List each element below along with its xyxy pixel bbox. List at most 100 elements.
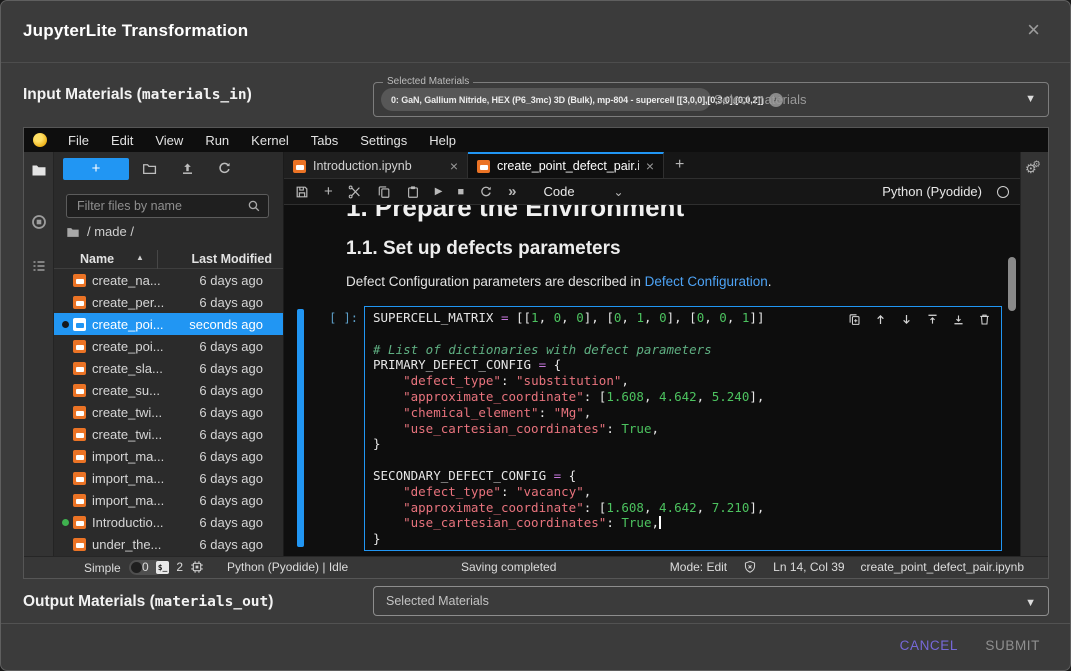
- duplicate-cell-icon[interactable]: [848, 313, 861, 326]
- code-token: ], [: [584, 310, 614, 325]
- upload-icon[interactable]: [180, 161, 195, 176]
- copy-icon[interactable]: [377, 185, 391, 199]
- run-icon[interactable]: ▶: [435, 186, 443, 197]
- delete-cell-icon[interactable]: [978, 313, 991, 326]
- save-icon[interactable]: [295, 185, 309, 199]
- submit-button[interactable]: SUBMIT: [979, 637, 1046, 654]
- code-token: ,: [539, 310, 554, 325]
- file-modified: 6 days ago: [199, 361, 263, 376]
- code-token: PRIMARY_DEFECT_CONFIG: [373, 357, 539, 372]
- file-browser-tab-icon[interactable]: [31, 162, 47, 178]
- notebook-heading-2: 1.1. Set up defects parameters: [346, 238, 621, 260]
- tab-label: Introduction.ipynb: [313, 159, 443, 173]
- file-row[interactable]: import_ma...6 days ago: [54, 489, 283, 511]
- file-row[interactable]: create_per...6 days ago: [54, 291, 283, 313]
- file-row[interactable]: create_sla...6 days ago: [54, 357, 283, 379]
- file-row[interactable]: under_the...6 days ago: [54, 533, 283, 555]
- output-materials-label: Output Materials (materials_out): [23, 593, 273, 611]
- input-label-code: materials_in: [142, 87, 247, 103]
- file-row[interactable]: create_twi...6 days ago: [54, 401, 283, 423]
- tab-introduction-ipynb[interactable]: Introduction.ipynb ×: [284, 152, 468, 178]
- tab-close-icon[interactable]: ×: [646, 159, 654, 173]
- file-name: create_poi...: [92, 339, 164, 354]
- cell-collapser[interactable]: [297, 309, 304, 547]
- breadcrumb[interactable]: / made /: [66, 224, 134, 239]
- terminal-icon: $_: [156, 561, 170, 574]
- cut-icon[interactable]: [348, 185, 362, 199]
- dropdown-arrow-icon[interactable]: ▼: [1025, 597, 1036, 609]
- menu-edit[interactable]: Edit: [100, 133, 144, 148]
- code-token: {: [561, 468, 576, 483]
- file-row[interactable]: create_poi... 6 days ago: [54, 335, 283, 357]
- column-last-modified[interactable]: Last Modified: [191, 252, 272, 266]
- material-chip[interactable]: 0: GaN, Gallium Nitride, HEX (P6_3mc) 3D…: [381, 88, 711, 111]
- menu-settings[interactable]: Settings: [349, 133, 418, 148]
- running-kernels-icon[interactable]: [31, 214, 47, 230]
- file-row[interactable]: create_twi...6 days ago: [54, 423, 283, 445]
- menu-run[interactable]: Run: [194, 133, 240, 148]
- table-of-contents-icon[interactable]: [31, 258, 47, 274]
- insert-cell-below-icon[interactable]: [952, 313, 965, 326]
- code-token: 1.608: [606, 500, 644, 515]
- dropdown-arrow-icon[interactable]: ▼: [1025, 93, 1036, 105]
- menu-kernel[interactable]: Kernel: [240, 133, 300, 148]
- input-materials-select[interactable]: Selected Materials 0: GaN, Gallium Nitri…: [373, 82, 1049, 117]
- defect-configuration-link[interactable]: Defect Configuration: [645, 274, 768, 289]
- tab-close-icon[interactable]: ×: [450, 159, 458, 173]
- cell-type-select[interactable]: Code: [543, 184, 574, 199]
- dialog-title: JupyterLite Transformation: [23, 21, 248, 41]
- menu-tabs[interactable]: Tabs: [300, 133, 349, 148]
- code-cell-editor[interactable]: SUPERCELL_MATRIX = [[1, 0, 0], [0, 1, 0]…: [364, 306, 1002, 551]
- notebook-file-icon: [73, 472, 86, 485]
- accessibility-shield-icon[interactable]: [743, 560, 757, 574]
- notebook-file-icon: [73, 538, 86, 551]
- cursor-position[interactable]: Ln 14, Col 39: [773, 560, 844, 574]
- code-token: ,: [621, 310, 636, 325]
- restart-kernel-icon[interactable]: [479, 185, 493, 199]
- material-chip-label: 0: GaN, Gallium Nitride, HEX (P6_3mc) 3D…: [391, 95, 763, 105]
- new-launcher-button[interactable]: +: [63, 158, 129, 180]
- kernel-status-icon[interactable]: [997, 186, 1009, 198]
- jupyterlab-window: FileEditViewRunKernelTabsSettingsHelp +: [23, 127, 1049, 579]
- code-token: True: [621, 515, 651, 530]
- file-modified: 6 days ago: [199, 339, 263, 354]
- input-label-prefix: Input Materials (: [23, 86, 142, 103]
- file-row[interactable]: create_su...6 days ago: [54, 379, 283, 401]
- terminals-kernels-status[interactable]: 0 $_ 2: [142, 560, 204, 574]
- tab-create-point-defect-pair[interactable]: create_point_defect_pair.ip ×: [468, 152, 664, 178]
- close-icon[interactable]: ×: [1027, 19, 1040, 41]
- menu-view[interactable]: View: [144, 133, 194, 148]
- restart-run-all-icon[interactable]: »: [508, 184, 516, 199]
- property-inspector-gears-icon[interactable]: ⚙⚙: [1025, 160, 1041, 175]
- file-row[interactable]: import_ma...6 days ago: [54, 445, 283, 467]
- kernel-chip-icon: [190, 560, 204, 574]
- menu-help[interactable]: Help: [418, 133, 467, 148]
- refresh-icon[interactable]: [217, 161, 232, 176]
- paste-icon[interactable]: [406, 185, 420, 199]
- notebook-file-icon: [73, 516, 86, 529]
- insert-cell-icon[interactable]: +: [324, 184, 333, 199]
- new-tab-icon[interactable]: +: [664, 152, 695, 178]
- code-token: ]]: [749, 310, 764, 325]
- move-cell-up-icon[interactable]: [874, 313, 887, 326]
- insert-cell-above-icon[interactable]: [926, 313, 939, 326]
- mode-indicator[interactable]: Mode: Edit: [670, 560, 727, 574]
- column-name[interactable]: Name: [80, 252, 114, 266]
- file-status-dot-empty: [62, 475, 69, 482]
- cancel-button[interactable]: CANCEL: [894, 637, 964, 654]
- move-cell-down-icon[interactable]: [900, 313, 913, 326]
- filter-placeholder: Filter files by name: [77, 199, 182, 213]
- cell-type-chevron-icon[interactable]: ⌄: [614, 185, 624, 199]
- output-materials-select[interactable]: Selected Materials ▼: [373, 586, 1049, 616]
- file-row[interactable]: create_na...6 days ago: [54, 269, 283, 291]
- kernel-name[interactable]: Python (Pyodide): [882, 184, 982, 199]
- file-row[interactable]: import_ma...6 days ago: [54, 467, 283, 489]
- file-row[interactable]: Introductio...6 days ago: [54, 511, 283, 533]
- kernel-status-text[interactable]: Python (Pyodide) | Idle: [227, 560, 348, 574]
- new-folder-icon[interactable]: [142, 161, 157, 176]
- filter-files-input[interactable]: Filter files by name: [66, 194, 269, 218]
- file-row[interactable]: create_poi...seconds ago: [54, 313, 283, 335]
- stop-icon[interactable]: ■: [457, 186, 464, 198]
- menu-file[interactable]: File: [57, 133, 100, 148]
- notebook-scrollbar[interactable]: [1008, 257, 1016, 311]
